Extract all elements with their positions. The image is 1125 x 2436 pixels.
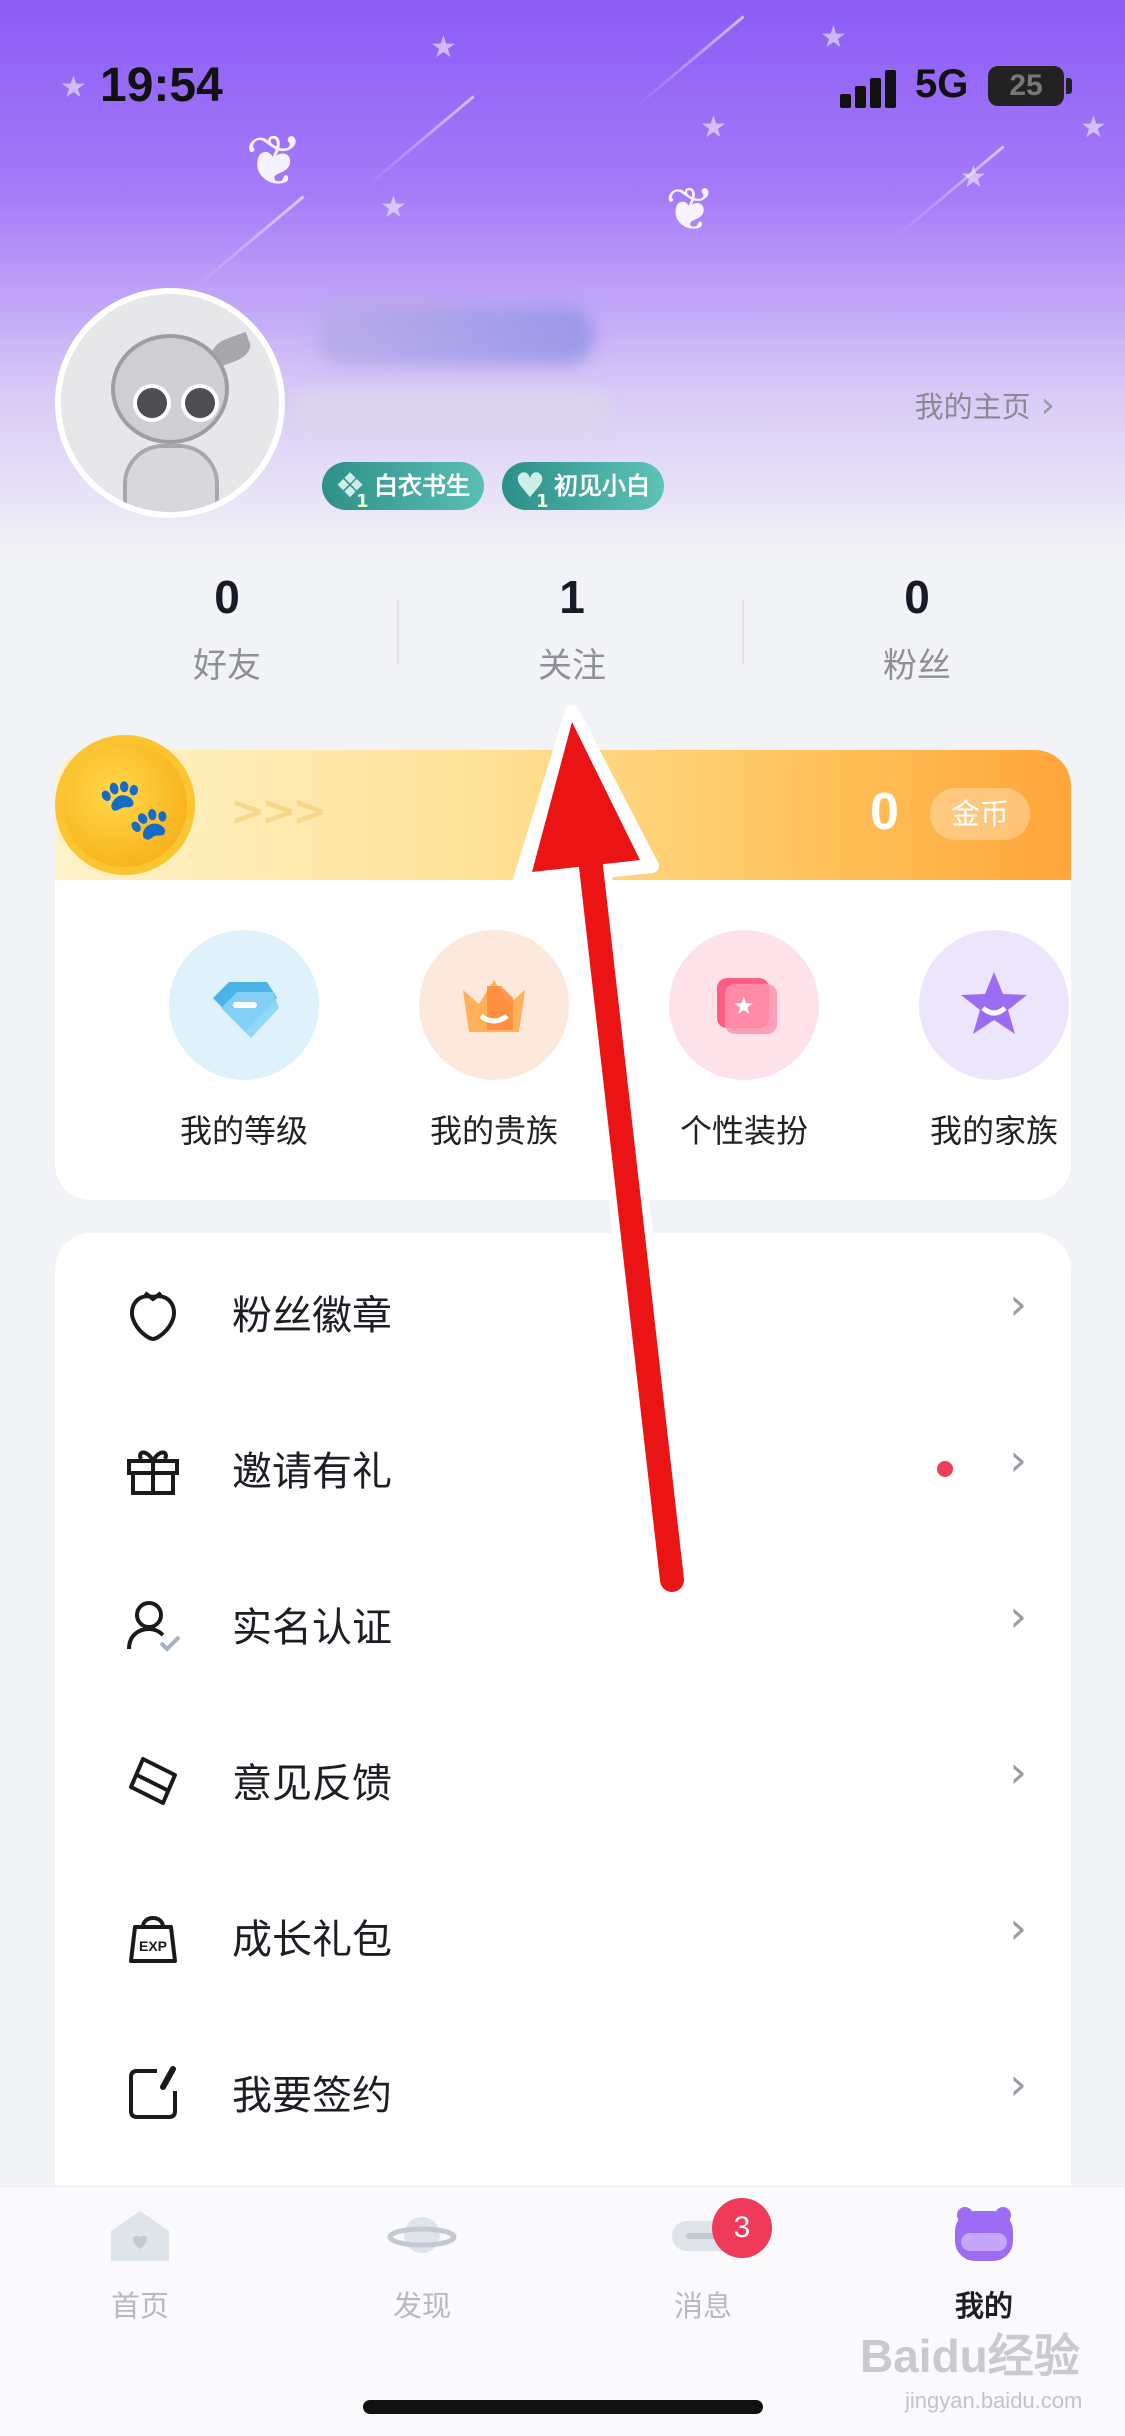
menu-list-card: 粉丝徽章 › 邀请有礼 › 实名认证 › 意见反馈 › EXP 成长礼包 › 我… <box>55 1233 1071 2233</box>
menu-item-label: 我要签约 <box>232 2073 392 2119</box>
gift-icon <box>127 1450 179 1495</box>
badge-label: 初见小白 <box>554 472 650 500</box>
badge-level: 1 <box>356 491 369 512</box>
battery-cap <box>1066 78 1072 94</box>
chevron-right-icon: › <box>1009 1747 1027 1798</box>
planet-icon <box>387 2217 457 2253</box>
chevron-right-icon: › <box>1009 1279 1027 1330</box>
menu-item-invite-reward[interactable]: 邀请有礼 › <box>55 1389 1071 1545</box>
user-verify-icon <box>127 1601 181 1652</box>
message-count-badge: 3 <box>712 2198 772 2258</box>
tab-home[interactable]: 首页 <box>40 2205 240 2325</box>
exp-bag-icon: EXP <box>129 1916 177 1963</box>
stats-row: 0 好友 1 关注 0 粉丝 <box>0 570 1125 710</box>
feature-personal-dressup[interactable]: ★ 个性装扮 <box>619 930 869 1152</box>
menu-item-label: 成长礼包 <box>232 1917 392 1963</box>
diamond-ticket-icon <box>169 930 319 1080</box>
feature-my-level[interactable]: 我的等级 <box>119 930 369 1152</box>
chevron-right-icon: › <box>1009 2059 1027 2110</box>
stat-friends[interactable]: 0 好友 <box>77 570 377 687</box>
signal-icon <box>840 70 900 108</box>
status-time: 19:54 <box>100 59 223 112</box>
stat-label: 关注 <box>538 646 606 686</box>
stat-divider <box>742 600 744 664</box>
my-homepage-link[interactable]: 我的主页 › <box>915 384 1055 426</box>
tab-mine[interactable]: 我的 <box>884 2205 1084 2325</box>
coin-bar[interactable]: >>> 0 金币 <box>55 750 1071 880</box>
stat-label: 好友 <box>193 646 261 686</box>
tab-messages[interactable]: 消息 <box>603 2205 803 2325</box>
menu-item-real-name-verification[interactable]: 实名认证 › <box>55 1545 1071 1701</box>
feature-label: 我的家族 <box>929 1112 1058 1150</box>
notification-dot <box>937 1461 953 1477</box>
svg-text:★: ★ <box>733 992 755 1020</box>
stat-value: 0 <box>214 571 240 623</box>
menu-item-label: 粉丝徽章 <box>232 1293 392 1339</box>
menu-item-feedback[interactable]: 意见反馈 › <box>55 1701 1071 1857</box>
stat-following[interactable]: 1 关注 <box>422 570 722 687</box>
coin-arrows: >>> <box>230 786 328 835</box>
chevron-right-icon: › <box>1009 1435 1027 1486</box>
card-icon: ★ <box>669 930 819 1080</box>
coin-amount: 0 <box>870 783 899 841</box>
chevron-right-icon: › <box>1040 385 1055 426</box>
feature-my-family[interactable]: 我的家族 <box>869 930 1071 1152</box>
menu-item-label: 意见反馈 <box>232 1761 392 1807</box>
chevron-right-icon: › <box>1009 1903 1027 1954</box>
badge-baiyishusheng[interactable]: ❖ 1 白衣书生 <box>322 462 484 512</box>
network-type: 5G <box>915 62 969 106</box>
feature-label: 我的贵族 <box>429 1112 558 1150</box>
menu-item-growth-pack[interactable]: EXP 成长礼包 › <box>55 1857 1071 2013</box>
watermark-site: jingyan.baidu.com <box>905 2388 1083 2413</box>
feature-label: 个性装扮 <box>679 1112 808 1150</box>
stat-value: 1 <box>559 571 585 623</box>
home-icon <box>111 2211 169 2261</box>
strawberry-badge-icon <box>130 1291 176 1342</box>
stat-value: 0 <box>904 571 930 623</box>
tab-label: 消息 <box>673 2289 732 2323</box>
crown-icon <box>419 930 569 1080</box>
badge-label: 白衣书生 <box>374 472 470 500</box>
status-bar: 19:54 5G 25 <box>0 0 1125 150</box>
sparkle-icon: ★ <box>380 190 407 225</box>
battery-icon: 25 <box>988 66 1064 106</box>
stat-divider <box>397 600 399 664</box>
stat-label: 粉丝 <box>883 646 951 686</box>
feature-label: 我的等级 <box>179 1112 308 1150</box>
sign-contract-icon <box>129 2066 177 2119</box>
tab-label: 首页 <box>110 2289 169 2323</box>
badge-level: 1 <box>536 491 549 512</box>
home-indicator[interactable] <box>363 2400 763 2414</box>
menu-item-label: 邀请有礼 <box>232 1449 392 1495</box>
user-id-blurred <box>290 390 610 430</box>
tab-discover[interactable]: 发现 <box>322 2205 522 2325</box>
menu-item-sign-contract[interactable]: 我要签约 › <box>55 2013 1071 2169</box>
svg-text:EXP: EXP <box>139 1938 167 1954</box>
badge-chujianxiaobai[interactable]: ♥ 1 初见小白 <box>502 462 664 512</box>
feature-my-nobility[interactable]: 我的贵族 <box>369 930 619 1152</box>
profile-face-icon <box>955 2207 1013 2261</box>
menu-item-label: 实名认证 <box>232 1605 392 1651</box>
butterfly-icon: ❦ <box>665 175 716 245</box>
tab-label: 发现 <box>392 2289 451 2323</box>
stat-fans[interactable]: 0 粉丝 <box>767 570 1067 687</box>
username-blurred <box>315 305 595 365</box>
menu-item-fan-badge[interactable]: 粉丝徽章 › <box>55 1233 1071 1389</box>
paw-coin-icon: 🐾 <box>55 735 195 875</box>
coin-unit-label: 金币 <box>930 788 1030 840</box>
coin-and-features-card: >>> 0 金币 我的等级 我的贵族 ★ 个性装扮 我的家族 <box>55 750 1071 1200</box>
my-homepage-label: 我的主页 <box>914 390 1031 424</box>
eraser-feedback-icon <box>129 1757 177 1805</box>
tab-label: 我的 <box>954 2289 1013 2323</box>
watermark-brand: Baidu经验 <box>860 2330 1080 2382</box>
star-icon <box>919 930 1069 1080</box>
light-streak <box>195 195 305 288</box>
light-streak <box>895 145 1005 238</box>
avatar[interactable] <box>55 288 285 518</box>
chevron-right-icon: › <box>1009 1591 1027 1642</box>
